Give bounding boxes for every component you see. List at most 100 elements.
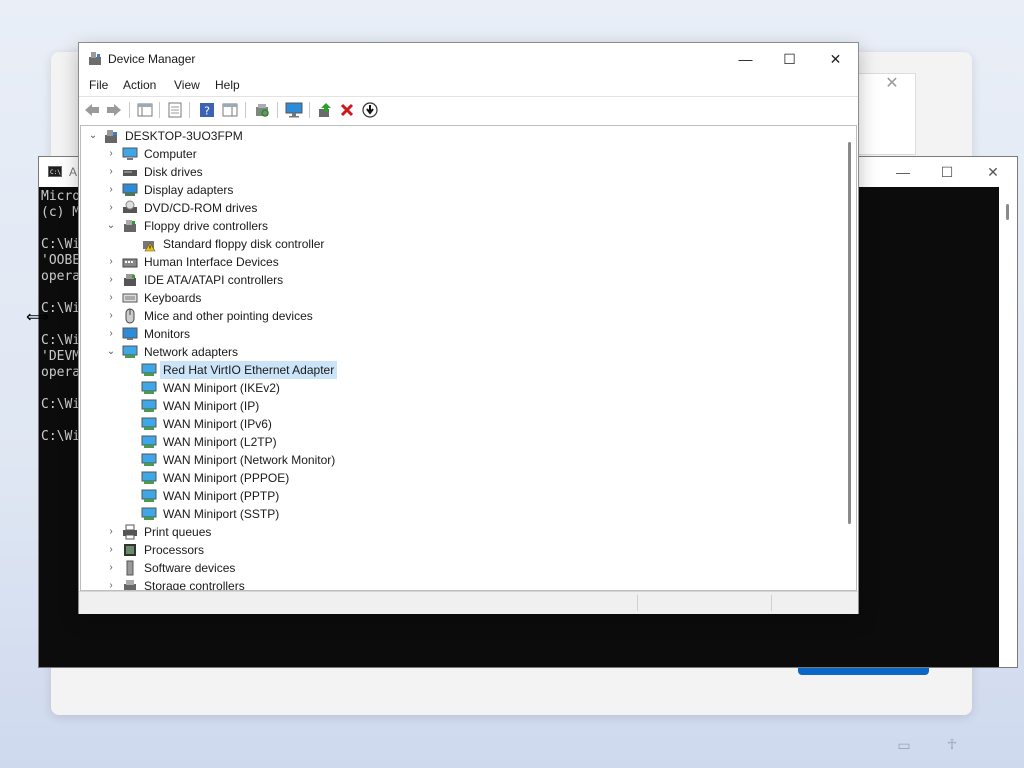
- tree-item-floppy-controllers[interactable]: ⌄ Floppy drive controllers: [81, 217, 841, 235]
- properties-icon[interactable]: [166, 101, 184, 119]
- tree-item-wan-miniport[interactable]: WAN Miniport (PPTP): [81, 487, 841, 505]
- device-tree[interactable]: ⌄ DESKTOP-3UO3FPM › Computer › Disk driv…: [80, 125, 857, 591]
- tree-root[interactable]: ⌄ DESKTOP-3UO3FPM: [81, 127, 841, 145]
- oobe-close-icon[interactable]: ✕: [884, 76, 900, 92]
- tree-item-label: Computer: [144, 147, 197, 161]
- chevron-right-icon[interactable]: ›: [104, 271, 118, 289]
- tree-item-human-interface-devices[interactable]: › Human Interface Devices: [81, 253, 841, 271]
- chevron-right-icon[interactable]: ›: [104, 523, 118, 541]
- console-title: A: [69, 165, 78, 179]
- menu-help[interactable]: Help: [215, 77, 240, 93]
- chevron-right-icon[interactable]: ›: [104, 163, 118, 181]
- update-driver-icon[interactable]: [316, 101, 334, 119]
- dvd-drive-icon: [123, 200, 137, 213]
- network-adapter-icon: [141, 417, 157, 430]
- printer-icon: [123, 524, 137, 540]
- tree-item-label: Floppy drive controllers: [144, 219, 269, 233]
- chevron-down-icon[interactable]: ⌄: [104, 343, 118, 361]
- tree-item-software-devices[interactable]: › Software devices: [81, 559, 841, 577]
- tree-item-label: Display adapters: [144, 183, 234, 197]
- network-adapter-icon: [141, 381, 157, 394]
- tree-item-wan-miniport[interactable]: WAN Miniport (PPPOE): [81, 469, 841, 487]
- tree-item-print-queues[interactable]: › Print queues: [81, 523, 841, 541]
- back-icon[interactable]: [83, 101, 101, 119]
- chevron-right-icon[interactable]: ›: [104, 577, 118, 590]
- console-scroll-thumb[interactable]: [1006, 204, 1009, 220]
- chevron-right-icon[interactable]: ›: [104, 541, 118, 559]
- tree-item-computer[interactable]: › Computer: [81, 145, 841, 163]
- network-adapter-icon: [141, 435, 157, 448]
- tree-item-wan-miniport[interactable]: WAN Miniport (IPv6): [81, 415, 841, 433]
- console-scrollbar[interactable]: [999, 187, 1017, 667]
- console-maximize-button[interactable]: ☐: [927, 161, 967, 183]
- menu-file[interactable]: File: [89, 77, 108, 93]
- chevron-right-icon[interactable]: ›: [104, 289, 118, 307]
- tree-item-dvd-drives[interactable]: › DVD/CD-ROM drives: [81, 199, 841, 217]
- tree-item-keyboards[interactable]: › Keyboards: [81, 289, 841, 307]
- tree-item-mice[interactable]: › Mice and other pointing devices: [81, 307, 841, 325]
- menu-action[interactable]: Action: [123, 77, 156, 93]
- console-close-button[interactable]: ✕: [973, 161, 1013, 183]
- chevron-right-icon[interactable]: ›: [104, 253, 118, 271]
- network-adapter-icon: [141, 399, 157, 412]
- chevron-down-icon[interactable]: ⌄: [86, 127, 100, 145]
- chevron-right-icon[interactable]: ›: [104, 181, 118, 199]
- network-adapter-icon: [141, 471, 157, 484]
- tree-item-standard-floppy-controller[interactable]: Standard floppy disk controller: [81, 235, 841, 253]
- tree-item-monitors[interactable]: › Monitors: [81, 325, 841, 343]
- network-adapter-icon: [122, 345, 138, 358]
- tree-item-label: WAN Miniport (IKEv2): [163, 381, 280, 395]
- tree-item-wan-miniport[interactable]: WAN Miniport (IP): [81, 397, 841, 415]
- tree-scrollbar-thumb[interactable]: [848, 142, 851, 524]
- tree-item-wan-miniport[interactable]: WAN Miniport (IKEv2): [81, 379, 841, 397]
- tree-item-processors[interactable]: › Processors: [81, 541, 841, 559]
- window-title: Device Manager: [108, 52, 196, 66]
- tree-item-network-adapters[interactable]: ⌄ Network adapters: [81, 343, 841, 361]
- tree-item-label: WAN Miniport (L2TP): [163, 435, 277, 449]
- forward-icon[interactable]: [105, 101, 123, 119]
- minimize-button[interactable]: —: [723, 46, 768, 72]
- tree-item-ide-controllers[interactable]: › IDE ATA/ATAPI controllers: [81, 271, 841, 289]
- tree-item-disk-drives[interactable]: › Disk drives: [81, 163, 841, 181]
- tree-item-label: WAN Miniport (IP): [163, 399, 260, 413]
- menu-view[interactable]: View: [174, 77, 200, 93]
- tree-item-label: Processors: [144, 543, 205, 557]
- toolbar: ?: [79, 96, 858, 123]
- keyboard-icon[interactable]: ▭: [895, 738, 913, 752]
- mouse-icon: [125, 308, 135, 324]
- chevron-right-icon[interactable]: ›: [104, 145, 118, 163]
- chevron-right-icon[interactable]: ›: [104, 307, 118, 325]
- status-separator: [637, 595, 638, 611]
- show-hide-console-tree-icon[interactable]: [136, 101, 154, 119]
- chevron-right-icon[interactable]: ›: [104, 559, 118, 577]
- chevron-right-icon[interactable]: ›: [104, 199, 118, 217]
- tree-item-wan-miniport[interactable]: WAN Miniport (Network Monitor): [81, 451, 841, 469]
- console-minimize-button[interactable]: —: [883, 161, 923, 183]
- tree-item-label: Network adapters: [144, 345, 239, 359]
- tree-item-display-adapters[interactable]: › Display adapters: [81, 181, 841, 199]
- chevron-right-icon[interactable]: ›: [104, 325, 118, 343]
- tree-item-storage-controllers[interactable]: › Storage controllers: [81, 577, 841, 590]
- accessibility-icon[interactable]: ☥: [943, 737, 961, 751]
- disable-device-icon[interactable]: [361, 101, 379, 119]
- tree-item-wan-miniport[interactable]: WAN Miniport (L2TP): [81, 433, 841, 451]
- chevron-down-icon[interactable]: ⌄: [104, 217, 118, 235]
- action-pane-icon[interactable]: [221, 101, 239, 119]
- maximize-button[interactable]: ☐: [767, 46, 812, 72]
- tree-item-label: Keyboards: [144, 291, 202, 305]
- scan-hardware-icon[interactable]: [253, 101, 271, 119]
- close-button[interactable]: ✕: [813, 46, 858, 72]
- help-icon[interactable]: ?: [198, 101, 216, 119]
- monitor-icon[interactable]: [285, 101, 303, 119]
- tree-item-label: Red Hat VirtIO Ethernet Adapter: [160, 361, 338, 379]
- tree-item-wan-miniport[interactable]: WAN Miniport (SSTP): [81, 505, 841, 523]
- device-manager-titlebar[interactable]: Device Manager — ☐ ✕: [79, 43, 858, 74]
- warning-device-icon: [143, 241, 156, 252]
- uninstall-icon[interactable]: [338, 101, 356, 119]
- disk-drive-icon: [123, 170, 137, 176]
- computer-root-icon: [105, 130, 117, 143]
- status-separator: [771, 595, 772, 611]
- device-manager-window: Device Manager — ☐ ✕ File Action View He…: [78, 42, 859, 614]
- tree-item-redhat-virtio[interactable]: Red Hat VirtIO Ethernet Adapter: [81, 361, 841, 379]
- computer-icon: [122, 147, 138, 160]
